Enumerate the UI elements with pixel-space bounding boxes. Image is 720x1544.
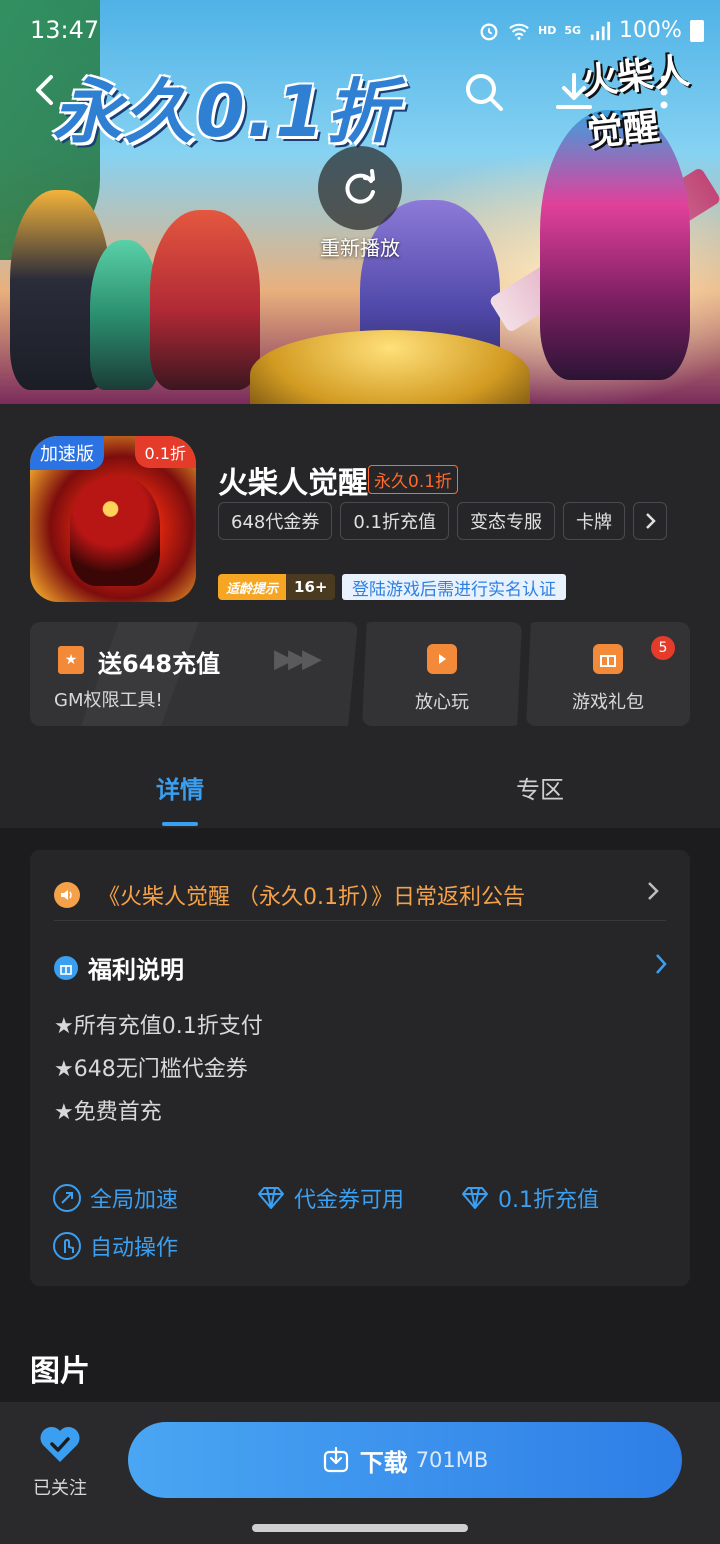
heart-check-icon	[40, 1426, 80, 1462]
play-flag-icon	[427, 644, 457, 674]
banner-character	[150, 210, 260, 390]
gift-count-badge: 5	[651, 636, 675, 660]
download-label: 下载	[359, 1448, 408, 1477]
tab-detail[interactable]: 详情	[156, 770, 204, 805]
chevron-right-icon[interactable]	[654, 952, 668, 976]
speaker-icon	[54, 882, 80, 908]
age-rating-badge[interactable]: 适龄提示 16+	[218, 574, 336, 600]
tag-chip[interactable]: 648代金券	[218, 502, 333, 540]
perk-item: ★免费首充	[54, 1100, 162, 1125]
perk-item: ★648无门槛代金券	[54, 1057, 248, 1082]
welfare-title: 福利说明	[88, 956, 184, 984]
speed-version-tag: 加速版	[30, 436, 104, 470]
follow-label: 已关注	[33, 1478, 87, 1499]
bottom-action-bar: 已关注 下载 701MB	[0, 1402, 720, 1544]
feature-label: 代金券可用	[294, 1188, 405, 1213]
follow-button[interactable]: 已关注	[24, 1424, 96, 1500]
replay-icon	[345, 169, 375, 204]
tag-chip[interactable]: 卡牌	[563, 502, 625, 540]
game-info-section: 加速版 0.1折 火柴人觉醒 永久0.1折 648代金券 0.1折充值 变态专服…	[0, 404, 720, 828]
feature-auto-operate: 自动操作	[52, 1230, 178, 1262]
download-icon	[556, 73, 592, 109]
feature-voucher: 代金券可用	[256, 1182, 404, 1214]
back-button[interactable]	[22, 66, 70, 114]
detail-panel: 《火柴人觉醒 （永久0.1折）》日常返利公告 福利说明 ★所有充值0.1折支付 …	[30, 850, 690, 1286]
download-manager-button[interactable]	[550, 68, 598, 116]
back-arrow-icon	[36, 75, 53, 105]
wifi-icon	[509, 23, 529, 40]
perk-item: ★所有充值0.1折支付	[54, 1014, 263, 1039]
status-bar: 13:47 HD 5G 100%	[0, 0, 720, 60]
more-vertical-icon	[660, 75, 668, 109]
rebate-notice-text: 《火柴人觉醒 （永久0.1折）》日常返利公告	[98, 885, 525, 910]
game-tags: 648代金券 0.1折充值 变态专服 卡牌	[218, 502, 667, 540]
discount-tag: 0.1折	[134, 436, 196, 468]
title-discount-tag: 永久0.1折	[368, 465, 459, 494]
rocket-icon	[52, 1183, 82, 1213]
signal-icon	[590, 21, 611, 40]
diamond-icon	[256, 1183, 286, 1213]
replay-label: 重新播放	[320, 236, 400, 260]
age-rating: 16+	[286, 574, 336, 600]
realname-notice: 登陆游戏后需进行实名认证	[342, 574, 566, 600]
chevron-right-icon	[648, 882, 659, 900]
feature-label: 自动操作	[90, 1236, 179, 1261]
game-title: 火柴人觉醒	[218, 466, 368, 501]
chevron-right-icon	[646, 513, 656, 529]
network-type: 5G	[564, 24, 582, 37]
gm-recharge-card[interactable]: ★ 送648充值 GM权限工具! ▶▶▶	[30, 622, 358, 726]
feature-label: 全局加速	[90, 1188, 179, 1213]
active-tab-indicator	[162, 822, 198, 826]
game-icon-artwork	[70, 476, 160, 586]
banner-title: 永久0.1折	[52, 71, 399, 153]
tag-chip[interactable]: 0.1折充值	[340, 502, 449, 540]
feature-discount-recharge: 0.1折充值	[460, 1182, 599, 1214]
search-icon	[466, 74, 503, 111]
feature-global-speedup: 全局加速	[52, 1182, 178, 1214]
diamond-icon	[460, 1183, 490, 1213]
download-button[interactable]: 下载 701MB	[128, 1422, 682, 1498]
tag-chip[interactable]: 变态专服	[457, 502, 555, 540]
gm-card-subtitle: GM权限工具!	[54, 690, 163, 711]
search-button[interactable]	[460, 68, 508, 116]
images-section-title: 图片	[30, 1354, 90, 1389]
replay-button[interactable]	[318, 146, 402, 230]
triple-chevron-icon: ▶▶▶	[274, 644, 322, 674]
star-bookmark-icon: ★	[58, 646, 84, 674]
status-time: 13:47	[30, 16, 100, 44]
age-hint-label: 适龄提示	[218, 574, 287, 600]
more-options-button[interactable]	[640, 68, 688, 116]
tab-zone[interactable]: 专区	[516, 770, 564, 805]
rebate-notice-row[interactable]: 《火柴人觉醒 （永久0.1折）》日常返利公告	[54, 870, 666, 920]
welfare-header[interactable]: 福利说明	[54, 950, 184, 985]
alarm-icon	[480, 22, 498, 40]
battery-percent: 100%	[619, 18, 682, 43]
download-icon	[323, 1446, 348, 1473]
gift-pack-label: 游戏礼包	[572, 692, 644, 713]
divider	[54, 920, 666, 921]
safe-play-card[interactable]: 放心玩	[362, 622, 522, 726]
download-size: 701MB	[415, 1448, 489, 1472]
gift-box-icon	[593, 644, 623, 674]
gm-card-headline: 送648充值	[98, 650, 221, 678]
feature-label: 0.1折充值	[498, 1188, 599, 1213]
safe-play-label: 放心玩	[415, 692, 469, 713]
touch-icon	[52, 1231, 82, 1261]
gift-icon	[54, 955, 78, 980]
more-tags-button[interactable]	[633, 502, 667, 540]
hd-indicator: HD	[538, 24, 557, 37]
home-indicator[interactable]	[252, 1524, 468, 1532]
battery-icon	[689, 19, 704, 42]
game-icon[interactable]: 加速版 0.1折	[30, 436, 196, 602]
status-icons: HD 5G 100%	[478, 18, 704, 43]
